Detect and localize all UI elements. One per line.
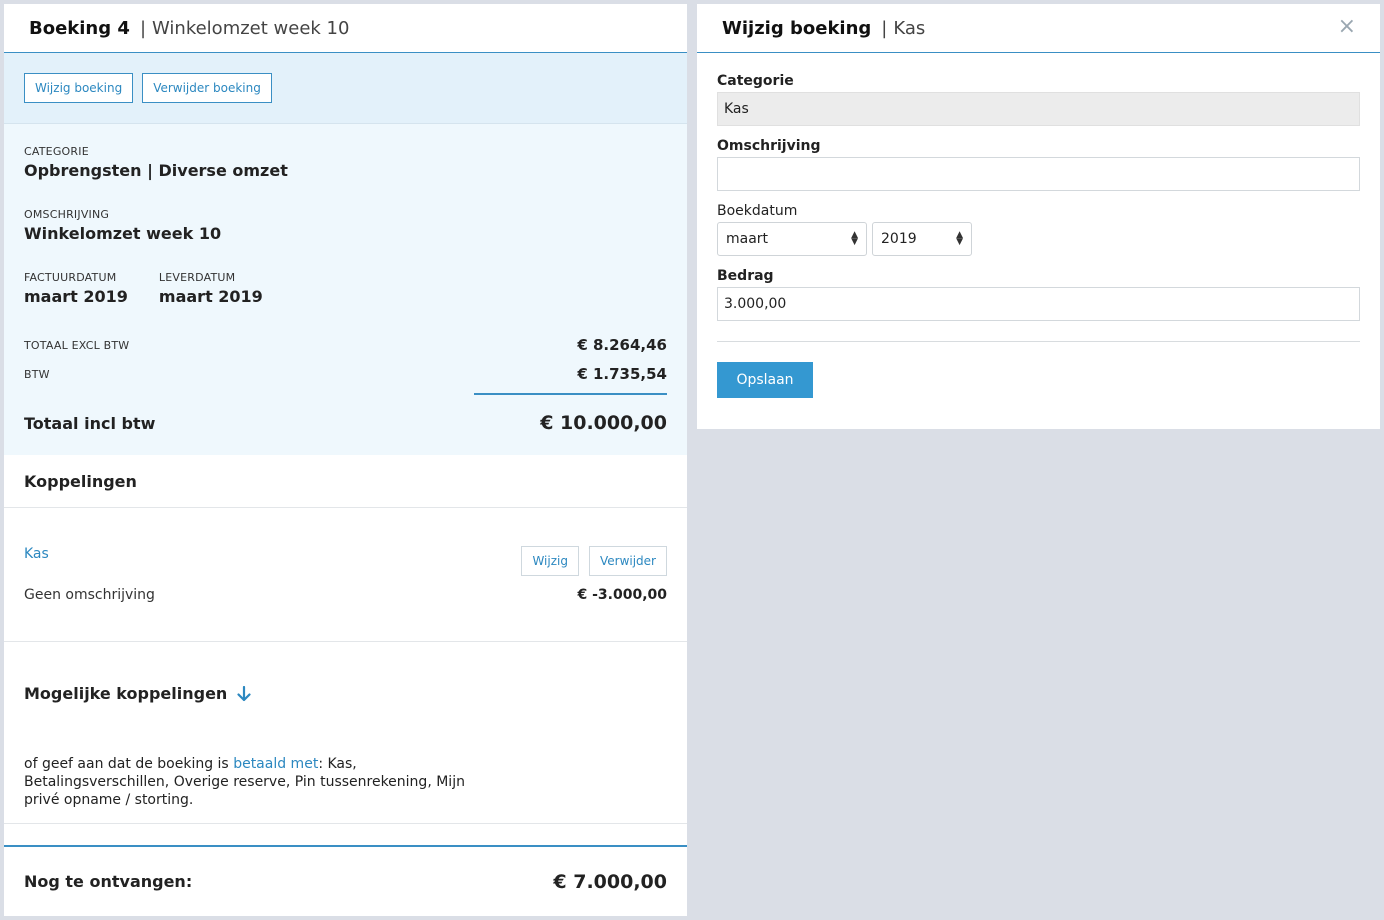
category-value: Opbrengsten | Diverse omzet bbox=[24, 161, 288, 180]
select-arrows-icon: ▲ ▼ bbox=[956, 230, 963, 247]
link-item-name[interactable]: Kas bbox=[24, 546, 49, 562]
header-separator: | bbox=[139, 17, 147, 39]
delete-booking-button[interactable]: Verwijder boeking bbox=[142, 73, 272, 103]
total-excl-row: TOTAAL EXCL BTW € 8.264,46 bbox=[24, 336, 667, 354]
total-excl-label: TOTAAL EXCL BTW bbox=[24, 338, 130, 352]
delivery-date: LEVERDATUM maart 2019 bbox=[159, 271, 263, 306]
year-select[interactable]: 2019 ▲ ▼ bbox=[872, 222, 972, 256]
booking-header: Boeking 4 | Winkelomzet week 10 bbox=[4, 4, 687, 53]
description-field-label: Omschrijving bbox=[717, 138, 821, 154]
vat-label: BTW bbox=[24, 367, 50, 381]
booking-details: CATEGORIE Opbrengsten | Diverse omzet OM… bbox=[4, 124, 687, 455]
booking-actions: Wijzig boeking Verwijder boeking bbox=[4, 53, 687, 124]
link-item-description: Geen omschrijving bbox=[24, 587, 155, 603]
description-input[interactable] bbox=[717, 157, 1360, 191]
edit-subtitle: Kas bbox=[893, 17, 926, 39]
amount-field-label: Bedrag bbox=[717, 268, 774, 284]
possible-links-title: Mogelijke koppelingen bbox=[24, 684, 228, 703]
remaining-label: Nog te ontvangen: bbox=[24, 872, 193, 891]
links-title: Koppelingen bbox=[24, 471, 137, 491]
description-block: OMSCHRIJVING Winkelomzet week 10 bbox=[24, 208, 221, 243]
category-field-label: Categorie bbox=[717, 73, 794, 89]
description-value: Winkelomzet week 10 bbox=[24, 224, 222, 243]
remaining-amount: € 7.000,00 bbox=[553, 870, 667, 893]
link-item-amount: € -3.000,00 bbox=[577, 587, 667, 603]
vat-row: BTW € 1.735,54 bbox=[24, 365, 667, 383]
delete-link-button[interactable]: Verwijder bbox=[588, 546, 667, 576]
save-button[interactable]: Opslaan bbox=[717, 362, 813, 398]
delivery-date-label: LEVERDATUM bbox=[158, 271, 236, 284]
booking-title: Boeking 4 bbox=[29, 17, 130, 39]
booking-date-label: Boekdatum bbox=[717, 203, 798, 219]
invoice-date-value: maart 2019 bbox=[24, 287, 128, 306]
edit-header: Wijzig boeking | Kas bbox=[697, 4, 1380, 53]
possible-links-toggle[interactable]: Mogelijke koppelingen bbox=[24, 684, 251, 703]
paid-with-link[interactable]: betaald met bbox=[233, 756, 318, 772]
category-block: CATEGORIE Opbrengsten | Diverse omzet bbox=[24, 145, 288, 180]
edit-link-button[interactable]: Wijzig bbox=[521, 546, 579, 576]
edit-booking-button[interactable]: Wijzig boeking bbox=[24, 73, 134, 103]
delivery-date-value: maart 2019 bbox=[158, 287, 263, 306]
category-label: CATEGORIE bbox=[24, 145, 89, 158]
category-field: Kas bbox=[717, 92, 1360, 126]
edit-booking-panel: Wijzig boeking | Kas × Categorie Kas Omsc… bbox=[697, 4, 1380, 429]
booking-subtitle: Winkelomzet week 10 bbox=[152, 17, 350, 39]
dates-block: FACTUURDATUM maart 2019 LEVERDATUM maart… bbox=[24, 271, 263, 306]
invoice-date-label: FACTUURDATUM bbox=[24, 271, 117, 284]
year-value: 2019 bbox=[881, 231, 917, 247]
description-label: OMSCHRIJVING bbox=[24, 208, 110, 221]
invoice-date: FACTUURDATUM maart 2019 bbox=[24, 271, 128, 306]
form-divider bbox=[717, 341, 1360, 342]
paid-with-text: of geef aan dat de boeking is betaald me… bbox=[24, 755, 484, 809]
total-incl-value: € 10.000,00 bbox=[540, 412, 667, 434]
month-value: maart bbox=[726, 231, 769, 247]
arrow-down-icon bbox=[237, 685, 251, 701]
edit-form: Categorie Kas Omschrijving Boekdatum maa… bbox=[697, 53, 1380, 398]
possible-links-section: Mogelijke koppelingen of geef aan dat de… bbox=[4, 642, 687, 824]
close-icon[interactable]: × bbox=[1338, 16, 1356, 38]
vat-value: € 1.735,54 bbox=[577, 365, 667, 383]
total-incl-label: Totaal incl btw bbox=[24, 413, 156, 433]
month-select[interactable]: maart ▲ ▼ bbox=[717, 222, 867, 256]
edit-title: Wijzig boeking bbox=[722, 17, 872, 39]
edit-header-separator: | bbox=[881, 17, 888, 39]
paid-with-text-before: of geef aan dat de boeking is bbox=[24, 756, 234, 772]
total-divider bbox=[474, 393, 667, 395]
total-excl-value: € 8.264,46 bbox=[577, 336, 667, 354]
remaining-row: Nog te ontvangen: € 7.000,00 bbox=[4, 845, 687, 916]
link-item: Kas Wijzig Verwijder Geen omschrijving €… bbox=[4, 508, 687, 642]
amount-input[interactable]: 3.000,00 bbox=[717, 287, 1360, 321]
total-incl-row: Totaal incl btw € 10.000,00 bbox=[24, 412, 667, 434]
links-header: Koppelingen bbox=[4, 455, 687, 508]
select-arrows-icon: ▲ ▼ bbox=[851, 230, 858, 247]
booking-panel: Boeking 4 | Winkelomzet week 10 Wijzig bo… bbox=[4, 4, 687, 916]
